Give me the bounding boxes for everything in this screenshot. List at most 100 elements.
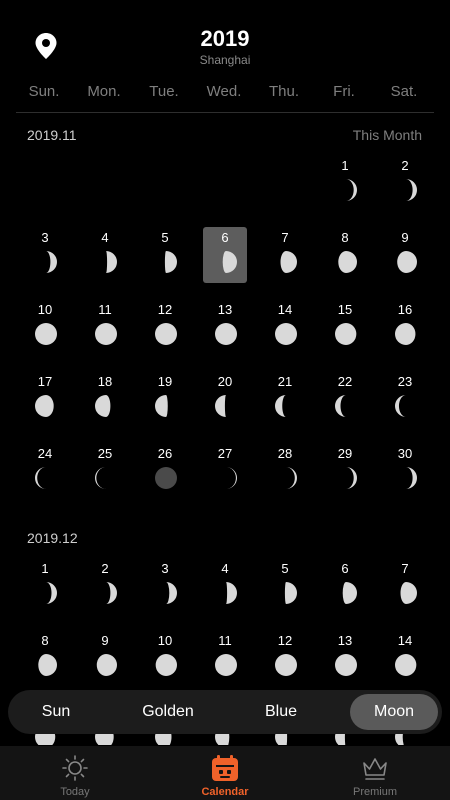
moon-phase-icon [106, 251, 117, 273]
calendar-day[interactable]: 2 [375, 158, 435, 220]
calendar-day[interactable]: 19 [135, 374, 195, 436]
weekday-label: Mon. [87, 83, 121, 100]
calendar-day[interactable]: 27 [195, 446, 255, 508]
month-label: 2019.11 [27, 127, 77, 143]
day-number: 5 [161, 230, 169, 245]
day-number: 10 [157, 633, 173, 648]
weekday-label: Sat. [390, 83, 418, 100]
moon-phase-icon [275, 654, 297, 676]
calendar-day[interactable]: 10 [15, 302, 75, 364]
calendar-day[interactable]: 8 [315, 230, 375, 292]
calendar-day[interactable]: 8 [15, 633, 75, 695]
calendar-day[interactable]: 11 [75, 302, 135, 364]
moon-phase-icon [338, 251, 357, 273]
tab-label: Calendar [201, 786, 249, 798]
calendar-day[interactable]: 3 [15, 230, 75, 292]
calendar-day[interactable]: 14 [375, 633, 435, 695]
calendar-day[interactable]: 26 [135, 446, 195, 508]
calendar-day[interactable]: 5 [255, 561, 315, 623]
tab-premium[interactable]: Premium [300, 746, 450, 800]
weekday-label: Sun. [28, 83, 60, 100]
calendar-day[interactable]: 2 [75, 561, 135, 623]
calendar-day[interactable]: 12 [135, 302, 195, 364]
calendar-day[interactable]: 23 [375, 374, 435, 436]
mode-golden-button[interactable]: Golden [124, 694, 212, 730]
calendar-day[interactable]: 13 [195, 302, 255, 364]
calendar-day[interactable]: 9 [375, 230, 435, 292]
calendar-scroll[interactable]: 2019.11 This Month 2019.12 1 2 3 4 5 6 7 8 9 10 11… [0, 113, 450, 745]
day-number: 9 [401, 230, 409, 245]
moon-phase-icon [346, 467, 357, 489]
day-number: 11 [218, 633, 232, 648]
moon-phase-icon [222, 251, 237, 273]
calendar-day[interactable]: 30 [375, 446, 435, 508]
day-number: 18 [97, 374, 113, 389]
moon-phase-icon [280, 251, 297, 273]
calendar-day[interactable]: 13 [315, 633, 375, 695]
moon-phase-icon [95, 467, 106, 489]
calendar-day[interactable]: 9 [75, 633, 135, 695]
day-number: 7 [401, 561, 409, 576]
moon-phase-icon [335, 323, 357, 345]
moon-phase-icon [215, 395, 226, 417]
calendar-day[interactable]: 21 [255, 374, 315, 436]
calendar-day[interactable]: 4 [195, 561, 255, 623]
day-number: 6 [341, 561, 349, 576]
moon-phase-icon [215, 654, 237, 676]
moon-phase-icon [226, 582, 237, 604]
calendar-day[interactable]: 10 [135, 633, 195, 695]
mode-blue-button[interactable]: Blue [237, 694, 325, 730]
moon-phase-icon [395, 323, 416, 345]
moon-phase-icon [342, 582, 357, 604]
day-number: 14 [397, 633, 413, 648]
calendar-day[interactable]: 17 [15, 374, 75, 436]
calendar-day[interactable]: 1 [15, 561, 75, 623]
calendar-day[interactable]: 20 [195, 374, 255, 436]
day-number: 7 [281, 230, 289, 245]
calendar-day[interactable]: 14 [255, 302, 315, 364]
day-number: 13 [217, 302, 233, 317]
tab-calendar[interactable]: Calendar [150, 746, 300, 800]
tab-today[interactable]: Today [0, 746, 150, 800]
calendar-day[interactable]: 7 [255, 230, 315, 292]
calendar-day[interactable]: 16 [375, 302, 435, 364]
calendar-day[interactable]: 3 [135, 561, 195, 623]
calendar-day[interactable]: 29 [315, 446, 375, 508]
mode-sun-button[interactable]: Sun [12, 694, 100, 730]
moon-phase-icon [35, 323, 57, 345]
calendar-day[interactable]: 5 [135, 230, 195, 292]
calendar-day[interactable]: 18 [75, 374, 135, 436]
calendar-day-selected[interactable]: 6 [195, 227, 255, 292]
moon-phase-icon [166, 582, 177, 604]
moon-phase-icon [275, 323, 297, 345]
calendar-day[interactable]: 6 [315, 561, 375, 623]
calendar-day[interactable]: 22 [315, 374, 375, 436]
moon-phase-icon [346, 179, 357, 201]
weekday-label: Wed. [206, 83, 242, 100]
calendar-day[interactable]: 24 [15, 446, 75, 508]
calendar-day[interactable]: 12 [255, 633, 315, 695]
calendar-day[interactable]: 1 [315, 158, 375, 220]
moon-phase-icon [46, 582, 57, 604]
moon-phase-icon [395, 654, 417, 676]
day-number: 21 [277, 374, 293, 389]
calendar-day[interactable]: 25 [75, 446, 135, 508]
calendar-day[interactable]: 11 [195, 633, 255, 695]
calendar-day[interactable]: 7 [375, 561, 435, 623]
calendar-day[interactable]: 15 [315, 302, 375, 364]
day-number: 24 [37, 446, 53, 461]
moon-phase-icon [275, 395, 286, 417]
moon-phase-icon [155, 654, 177, 676]
day-number: 10 [37, 302, 53, 317]
moon-phase-icon [35, 467, 46, 489]
day-number: 25 [97, 446, 113, 461]
mode-moon-button[interactable]: Moon [350, 694, 438, 730]
moon-phase-icon [35, 395, 54, 417]
day-number: 4 [101, 230, 109, 245]
calendar-day[interactable]: 28 [255, 446, 315, 508]
moon-phase-icon [155, 395, 168, 417]
day-number: 22 [337, 374, 353, 389]
calendar-day[interactable]: 4 [75, 230, 135, 292]
day-number: 4 [221, 561, 229, 576]
this-month-button[interactable]: This Month [353, 127, 422, 143]
